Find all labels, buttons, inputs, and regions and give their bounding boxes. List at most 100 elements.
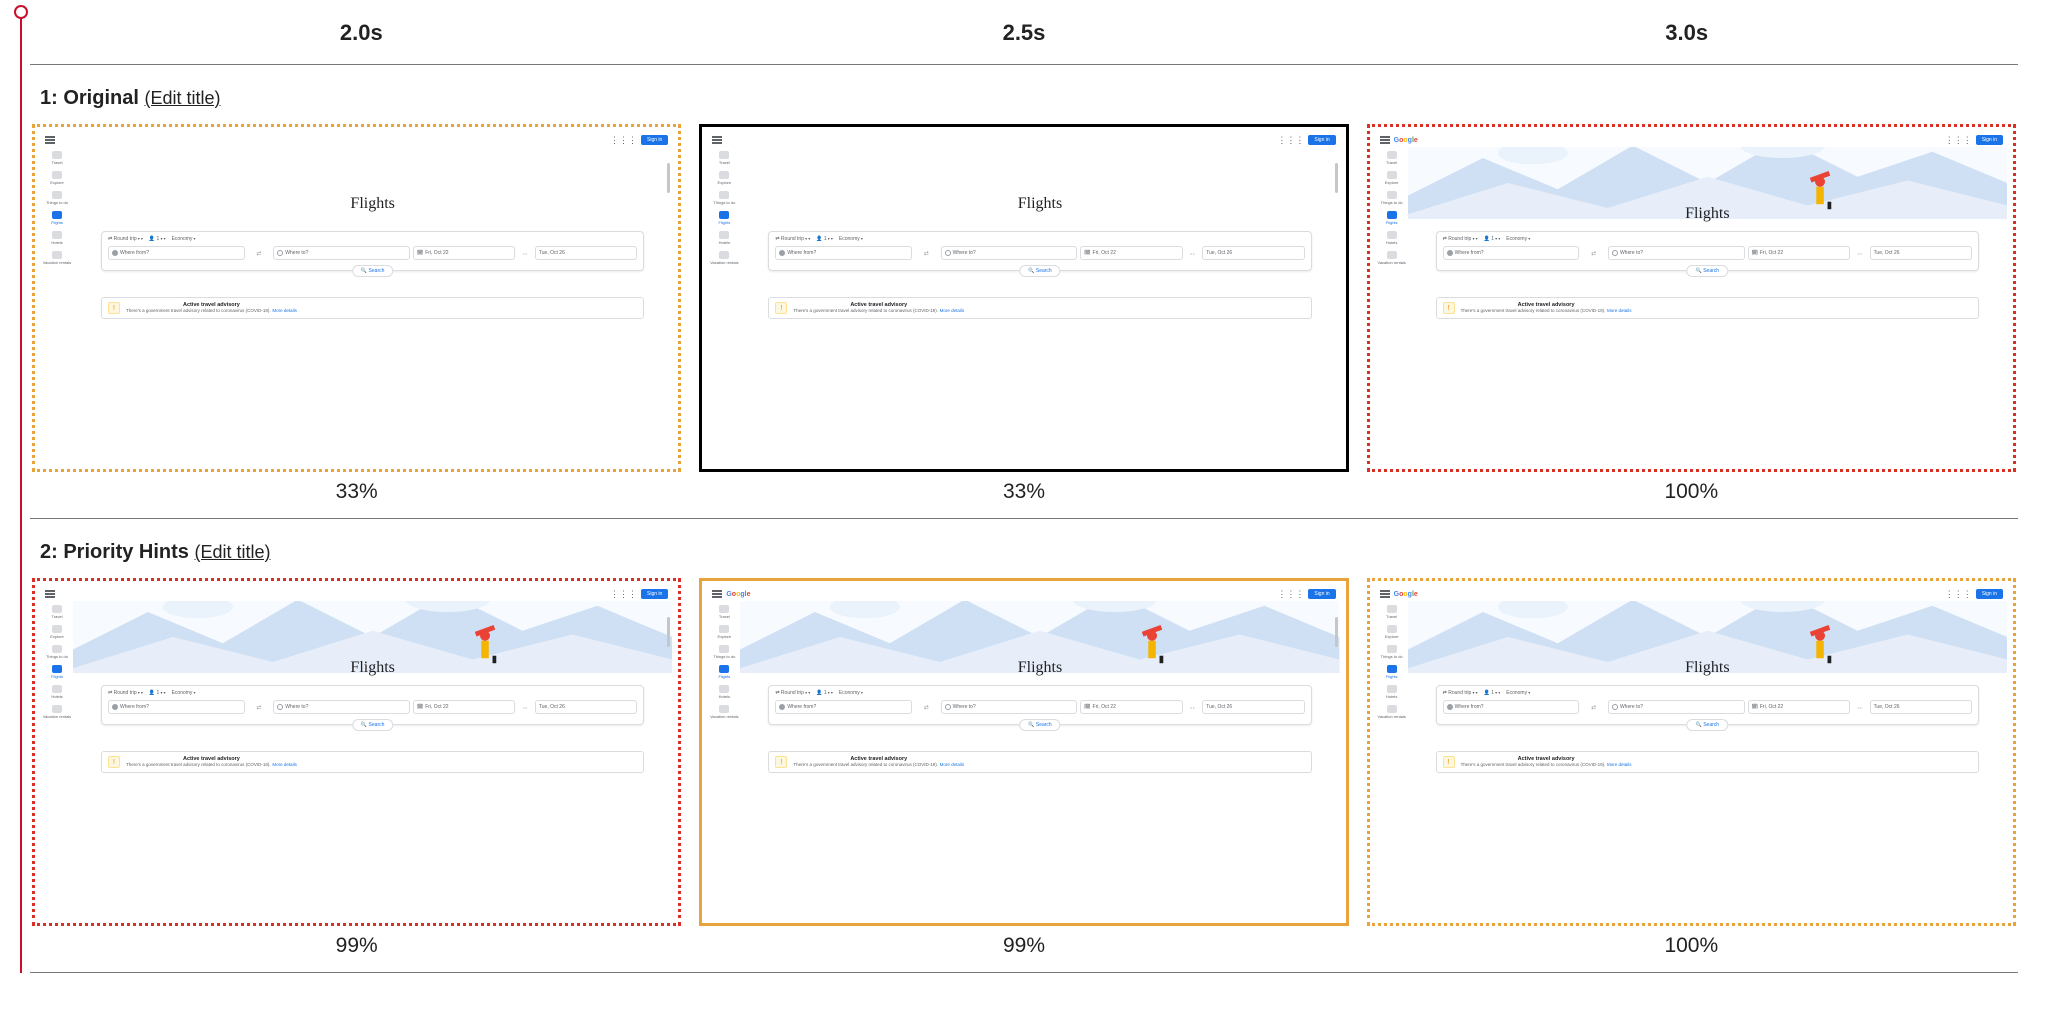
return-date: Tue, Oct 26	[1202, 246, 1304, 260]
more-details-link: More details	[1607, 762, 1632, 767]
frame-cell: Google ⋮⋮⋮ Sign in TravelExploreThings t…	[1367, 124, 2016, 504]
mini-main: Flights ⇄ Round trip 👤 1 Economy Where f…	[740, 601, 1339, 917]
search-button: 🔍 Search	[1687, 265, 1728, 277]
where-from-input: Where from?	[108, 700, 245, 714]
more-details-link: More details	[1607, 308, 1632, 313]
mini-screenshot: ⋮⋮⋮ Sign in TravelExploreThings to doFli…	[708, 133, 1339, 463]
scrollbar-indicator	[667, 163, 670, 193]
google-logo: Google	[726, 591, 750, 598]
sign-in-button: Sign in	[1976, 135, 2003, 145]
frame-cell: ⋮⋮⋮ Sign in TravelExploreThings to doFli…	[699, 124, 1348, 504]
frame-cell: Google ⋮⋮⋮ Sign in TravelExploreThings t…	[699, 578, 1348, 958]
travel-advisory-banner: ! Active travel advisory There's a gover…	[1436, 297, 1979, 319]
hamburger-icon	[45, 136, 55, 144]
trip-chips: ⇄ Round trip 👤 1 Economy	[775, 690, 1304, 696]
scrollbar-indicator	[667, 617, 670, 647]
mini-nav-item: Vacation rentals	[43, 705, 71, 719]
where-to-input: Where to?	[1608, 246, 1745, 260]
mini-nav-item: Hotels	[51, 685, 62, 699]
edit-title-link[interactable]: (Edit title)	[144, 88, 220, 108]
depart-date: 🗓Fri, Oct 22	[1080, 246, 1182, 260]
mini-nav-item: Travel	[719, 151, 730, 165]
mini-nav-item: Travel	[1386, 151, 1397, 165]
trip-chips: ⇄ Round trip 👤 1 Economy	[1443, 236, 1972, 242]
mini-sidenav: TravelExploreThings to doFlightsHotelsVa…	[41, 601, 73, 917]
depart-date: 🗓Fri, Oct 22	[413, 700, 515, 714]
search-card: ⇄ Round trip 👤 1 Economy Where from? ⇄ W…	[101, 231, 644, 271]
return-date: Tue, Oct 26	[535, 700, 637, 714]
mini-main: Flights ⇄ Round trip 👤 1 Economy Where f…	[73, 147, 672, 463]
frame-thumbnail[interactable]: Google ⋮⋮⋮ Sign in TravelExploreThings t…	[699, 578, 1348, 926]
warning-icon: !	[1443, 756, 1455, 768]
hamburger-icon	[45, 590, 55, 598]
edit-title-link[interactable]: (Edit title)	[194, 542, 270, 562]
mini-sidenav: TravelExploreThings to doFlightsHotelsVa…	[1376, 147, 1408, 463]
mini-nav-item: Explore	[718, 625, 732, 639]
timeline-marker-dot	[14, 5, 28, 19]
search-card: ⇄ Round trip 👤 1 Economy Where from? ⇄ W…	[768, 685, 1311, 725]
mini-topbar: Google ⋮⋮⋮ Sign in	[708, 587, 1339, 601]
warning-icon: !	[1443, 302, 1455, 314]
mini-nav-item: Things to do	[713, 191, 735, 205]
return-date: Tue, Oct 26	[1870, 246, 1972, 260]
mini-nav-item: Things to do	[46, 645, 68, 659]
mini-nav-item: Hotels	[719, 685, 730, 699]
where-from-input: Where from?	[775, 700, 912, 714]
swap-icon: ⇄	[915, 700, 938, 714]
mini-nav-item: Flights	[718, 211, 730, 225]
frame-thumbnail[interactable]: ⋮⋮⋮ Sign in TravelExploreThings to doFli…	[32, 578, 681, 926]
mini-nav-item: Hotels	[51, 231, 62, 245]
mini-sidenav: TravelExploreThings to doFlightsHotelsVa…	[708, 147, 740, 463]
mini-nav-item: Flights	[51, 211, 63, 225]
travel-advisory-banner: ! Active travel advisory There's a gover…	[768, 751, 1311, 773]
time-header-row: 2.0s 2.5s 3.0s	[30, 0, 2018, 65]
mini-main: Flights ⇄ Round trip 👤 1 Economy Where f…	[740, 147, 1339, 463]
run-block: 1: Original (Edit title) ⋮⋮⋮ Sign in Tra…	[30, 65, 2018, 519]
mini-main: Flights ⇄ Round trip 👤 1 Economy Where f…	[1408, 601, 2007, 917]
mini-screenshot: Google ⋮⋮⋮ Sign in TravelExploreThings t…	[1376, 587, 2007, 917]
mini-nav-item: Things to do	[1381, 645, 1403, 659]
frame-thumbnail[interactable]: Google ⋮⋮⋮ Sign in TravelExploreThings t…	[1367, 578, 2016, 926]
mini-nav-item: Hotels	[1386, 685, 1397, 699]
mini-sidenav: TravelExploreThings to doFlightsHotelsVa…	[708, 601, 740, 917]
run-title: 2: Priority Hints (Edit title)	[30, 537, 2018, 578]
run-index: 1	[40, 87, 51, 109]
timeline-vertical-line	[20, 10, 22, 973]
sign-in-button: Sign in	[641, 135, 668, 145]
time-col-1: 2.5s	[693, 20, 1356, 46]
time-col-0: 2.0s	[30, 20, 693, 46]
mini-nav-item: Flights	[718, 665, 730, 679]
apps-grid-icon: ⋮⋮⋮	[1945, 590, 1972, 599]
more-details-link: More details	[940, 308, 965, 313]
scrollbar-indicator	[1335, 617, 1338, 647]
trip-chips: ⇄ Round trip 👤 1 Economy	[1443, 690, 1972, 696]
mini-nav-item: Explore	[1385, 625, 1399, 639]
return-date: Tue, Oct 26	[1870, 700, 1972, 714]
swap-icon: ⇄	[1582, 700, 1605, 714]
flights-headline: Flights	[73, 195, 672, 213]
mini-nav-item: Vacation rentals	[43, 251, 71, 265]
frame-thumbnail[interactable]: ⋮⋮⋮ Sign in TravelExploreThings to doFli…	[699, 124, 1348, 472]
mini-nav-item: Things to do	[1381, 191, 1403, 205]
where-from-input: Where from?	[775, 246, 912, 260]
mini-topbar: Google ⋮⋮⋮ Sign in	[1376, 133, 2007, 147]
mini-topbar: ⋮⋮⋮ Sign in	[41, 133, 672, 147]
search-button: 🔍 Search	[1019, 265, 1060, 277]
return-date: Tue, Oct 26	[535, 246, 637, 260]
flights-headline: Flights	[1408, 205, 2007, 223]
search-card: ⇄ Round trip 👤 1 Economy Where from? ⇄ W…	[1436, 231, 1979, 271]
search-button: 🔍 Search	[352, 265, 393, 277]
mini-screenshot: Google ⋮⋮⋮ Sign in TravelExploreThings t…	[1376, 133, 2007, 463]
frame-thumbnail[interactable]: Google ⋮⋮⋮ Sign in TravelExploreThings t…	[1367, 124, 2016, 472]
mini-screenshot: ⋮⋮⋮ Sign in TravelExploreThings to doFli…	[41, 133, 672, 463]
frame-visual-complete-pct: 33%	[699, 480, 1348, 504]
mini-nav-item: Travel	[1386, 605, 1397, 619]
mini-nav-item: Vacation rentals	[1377, 251, 1405, 265]
mini-nav-item: Flights	[51, 665, 63, 679]
more-details-link: More details	[272, 762, 297, 767]
google-logo: Google	[1394, 137, 1418, 144]
where-to-input: Where to?	[941, 246, 1078, 260]
warning-icon: !	[775, 756, 787, 768]
frame-thumbnail[interactable]: ⋮⋮⋮ Sign in TravelExploreThings to doFli…	[32, 124, 681, 472]
swap-icon: ⇄	[1582, 246, 1605, 260]
